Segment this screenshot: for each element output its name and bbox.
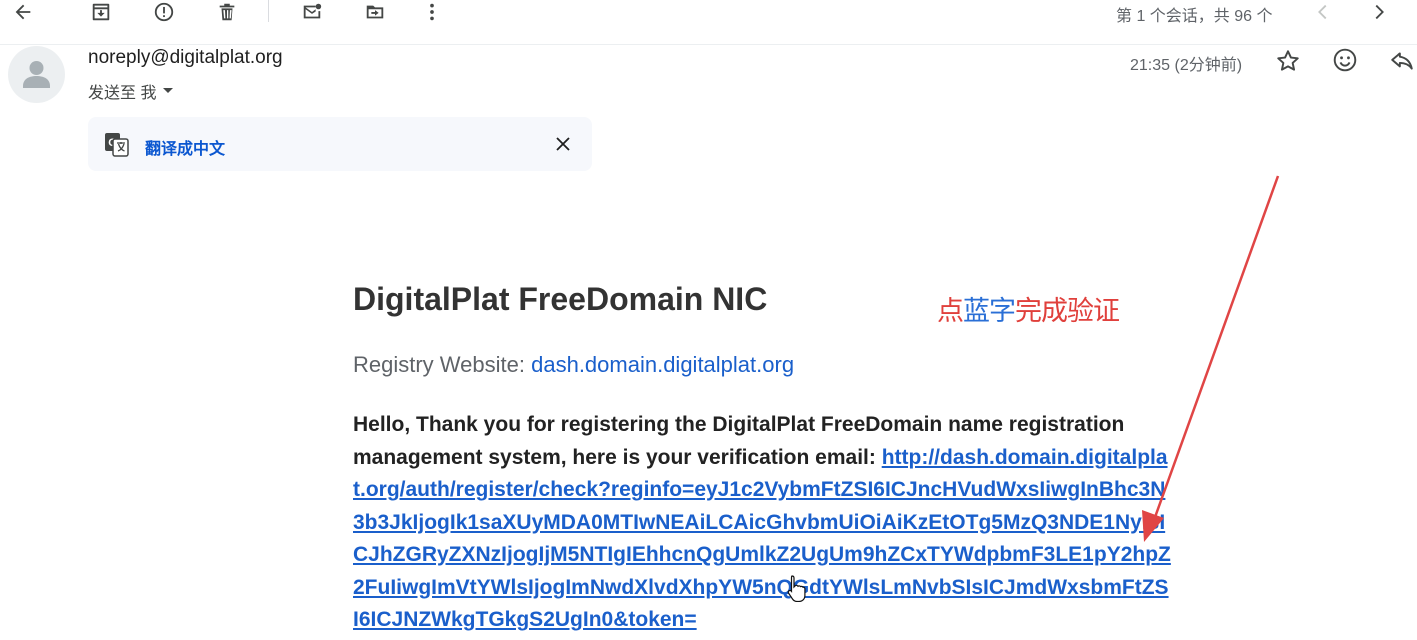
email-heading: DigitalPlat FreeDomain NIC	[353, 281, 768, 317]
emoji-reaction-button[interactable]	[1332, 47, 1358, 73]
recipient-details[interactable]: 发送至 我	[88, 79, 174, 103]
back-button[interactable]	[8, 0, 38, 24]
delete-button[interactable]	[212, 0, 242, 24]
sender-email: noreply@digitalplat.org	[88, 47, 283, 68]
reply-icon	[1391, 52, 1413, 70]
archive-icon	[92, 3, 110, 21]
delete-icon	[219, 3, 235, 21]
toolbar-divider-line	[0, 44, 1417, 45]
toolbar-divider	[268, 0, 269, 22]
star-button[interactable]	[1275, 48, 1301, 74]
dropdown-arrow-icon	[163, 88, 174, 93]
annotation-text: 点蓝字完成验证	[937, 289, 1120, 328]
archive-button[interactable]	[86, 0, 116, 24]
older-button[interactable]	[1364, 0, 1394, 24]
emoji-icon	[1333, 48, 1357, 72]
registry-label: Registry Website:	[353, 352, 532, 377]
report-spam-icon	[154, 2, 174, 22]
recipient-label: 发送至 我	[88, 85, 157, 102]
close-icon[interactable]	[555, 136, 571, 152]
mark-unread-icon	[303, 3, 322, 19]
translate-icon: G	[105, 133, 129, 157]
chevron-left-icon	[1318, 4, 1327, 20]
mark-unread-button[interactable]	[297, 0, 327, 24]
annotation-red-2: 完成验证	[1015, 296, 1120, 327]
verification-link[interactable]: http://dash.domain.digitalplat.org/auth/…	[353, 446, 1171, 632]
hand-cursor-icon	[787, 575, 806, 602]
message-time: 21:35 (2分钟前)	[1130, 57, 1243, 74]
translate-bar: G 翻译成中文	[88, 117, 592, 171]
move-to-button[interactable]	[360, 0, 390, 24]
avatar	[8, 46, 65, 103]
chevron-right-icon	[1375, 4, 1384, 20]
translate-link[interactable]: 翻译成中文	[145, 135, 225, 159]
email-body-text: Hello, Thank you for registering the Dig…	[353, 409, 1173, 637]
report-spam-button[interactable]	[149, 0, 179, 24]
more-icon	[430, 3, 434, 21]
newer-button[interactable]	[1308, 0, 1338, 24]
annotation-arrow	[1142, 175, 1280, 542]
person-icon	[23, 61, 50, 88]
conversation-count: 第 1 个会话，共 96 个	[1116, 8, 1273, 25]
annotation-red-1: 点	[937, 296, 964, 327]
move-to-icon	[366, 5, 384, 19]
registry-line: Registry Website: dash.domain.digitalpla…	[353, 352, 794, 378]
star-icon	[1277, 50, 1299, 71]
reply-button[interactable]	[1389, 48, 1415, 74]
more-options-button[interactable]	[417, 0, 447, 24]
back-icon	[15, 4, 31, 20]
registry-website-link[interactable]: dash.domain.digitalplat.org	[531, 352, 794, 377]
annotation-blue: 蓝字	[963, 296, 1016, 327]
